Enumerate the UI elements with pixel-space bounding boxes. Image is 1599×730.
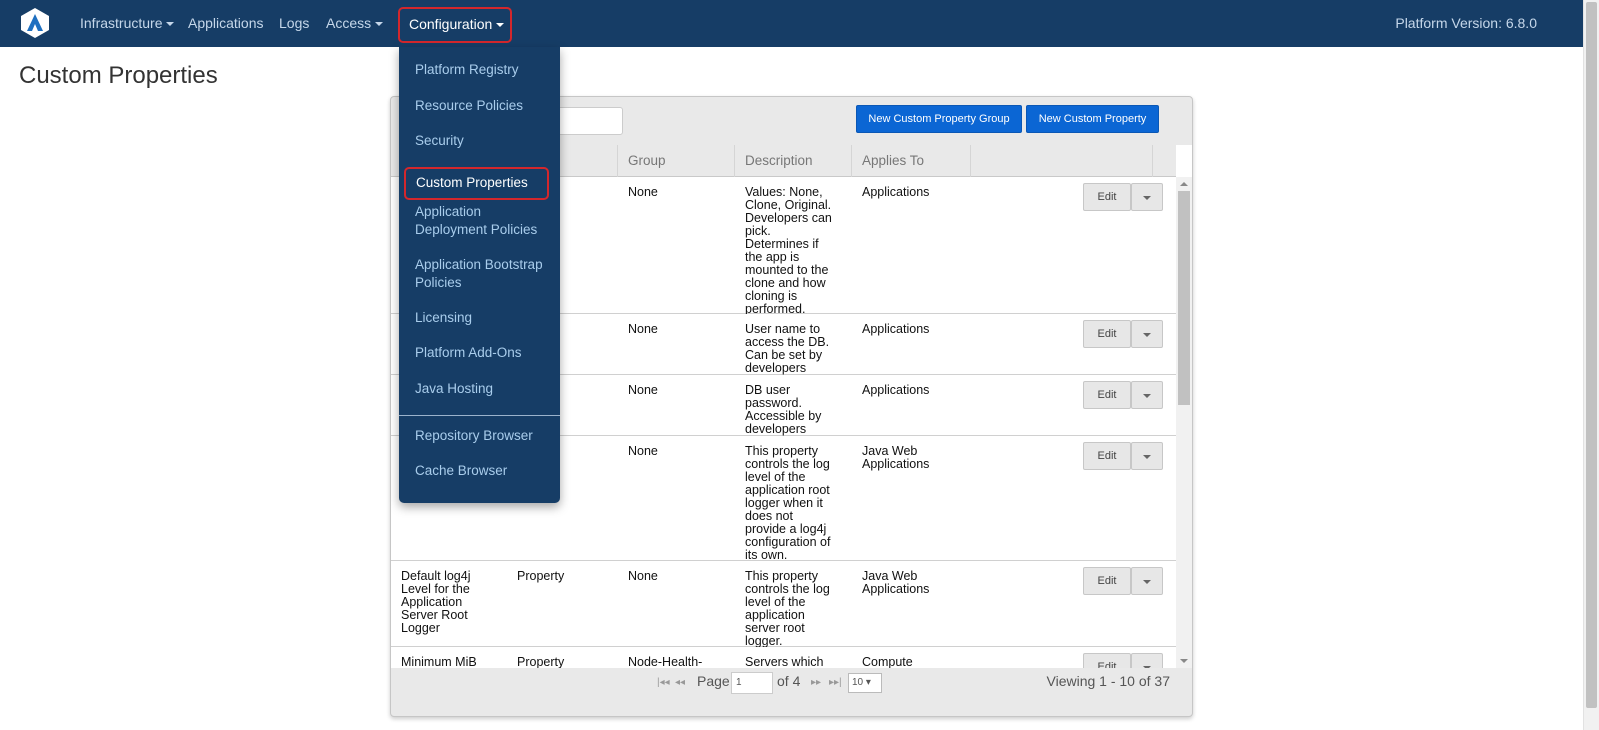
edit-button[interactable]: Edit	[1083, 442, 1131, 470]
nav-access[interactable]: Access	[326, 0, 384, 47]
row-description: User name to access the DB. Can be set b…	[745, 322, 830, 375]
menu-item-cache-browser[interactable]: Cache Browser	[415, 462, 507, 480]
platform-logo-icon[interactable]	[18, 6, 52, 40]
configuration-dropdown-menu: Platform Registry Resource Policies Secu…	[399, 47, 560, 503]
nav-logs-label: Logs	[279, 15, 310, 31]
nav-infrastructure[interactable]: Infrastructure	[80, 0, 175, 47]
nav-configuration[interactable]: Configuration	[398, 7, 512, 43]
page-number-input[interactable]: 1	[731, 672, 773, 694]
edit-button[interactable]: Edit	[1083, 653, 1131, 668]
row-type: Property	[517, 569, 565, 583]
row-group: None	[628, 322, 658, 336]
page-count: of 4	[777, 673, 801, 689]
table-scrollbar[interactable]	[1176, 177, 1192, 668]
edit-button[interactable]: Edit	[1083, 320, 1131, 348]
prev-page-icon[interactable]: ◂◂	[675, 677, 685, 688]
row-actions-dropdown[interactable]	[1131, 381, 1163, 409]
row-applies-to: Applications	[862, 322, 930, 336]
nav-infrastructure-label: Infrastructure	[80, 15, 163, 31]
menu-divider	[399, 415, 560, 416]
last-page-icon[interactable]: ▸▸|	[829, 677, 842, 688]
caret-down-icon	[496, 23, 505, 28]
page-size-select[interactable]: 10 ▾	[848, 673, 882, 693]
page-title: Custom Properties	[19, 62, 218, 89]
table-row[interactable]: Default log4j Level for the Application …	[391, 561, 1176, 648]
menu-item-application-bootstrap-policies[interactable]: Application Bootstrap Policies	[415, 256, 555, 292]
edit-button[interactable]: Edit	[1083, 381, 1131, 409]
page-scrollbar[interactable]	[1583, 0, 1599, 730]
header-applies-to[interactable]: Applies To	[852, 145, 971, 177]
scroll-up-icon[interactable]	[1180, 182, 1188, 186]
row-applies-to: Java Web Applications	[862, 569, 930, 596]
new-custom-property-group-button[interactable]: New Custom Property Group	[856, 105, 1022, 133]
row-actions-dropdown[interactable]	[1131, 183, 1163, 211]
row-name: Default log4j Level for the Application …	[401, 569, 471, 635]
menu-item-application-deployment-policies[interactable]: Application Deployment Policies	[415, 203, 555, 239]
menu-item-resource-policies[interactable]: Resource Policies	[415, 97, 523, 115]
menu-item-platform-add-ons[interactable]: Platform Add-Ons	[415, 344, 522, 362]
row-applies-to: Java Web Applications	[862, 444, 930, 471]
header-description[interactable]: Description	[735, 145, 852, 177]
menu-item-licensing[interactable]: Licensing	[415, 309, 472, 327]
row-description: DB user password. Accessible by develope…	[745, 383, 822, 436]
row-name: Minimum MiB	[401, 655, 477, 669]
row-group: None	[628, 383, 658, 397]
next-page-icon[interactable]: ▸▸	[811, 677, 821, 688]
new-custom-property-button[interactable]: New Custom Property	[1026, 105, 1159, 133]
menu-item-java-hosting[interactable]: Java Hosting	[415, 380, 493, 398]
pager: |◂◂ ◂◂ Page 1 of 4 ▸▸ ▸▸| 10 ▾ Viewing 1…	[391, 668, 1192, 698]
menu-item-platform-registry[interactable]: Platform Registry	[415, 61, 519, 79]
page-scrollbar-thumb[interactable]	[1586, 2, 1597, 708]
row-description: Values: None, Clone, Original. Developer…	[745, 185, 832, 316]
platform-version: Platform Version: 6.8.0	[1395, 15, 1537, 31]
table-scrollbar-thumb[interactable]	[1178, 191, 1190, 405]
row-group: None	[628, 185, 658, 199]
header-group[interactable]: Group	[618, 145, 735, 177]
table-row[interactable]: Minimum MiB Property Node-Health- Server…	[391, 647, 1176, 668]
page-size-value: 10	[852, 677, 864, 688]
caret-down-icon	[375, 22, 384, 27]
row-type: Property	[517, 655, 565, 669]
row-group: Node-Health-	[628, 655, 703, 669]
menu-item-security[interactable]: Security	[415, 132, 464, 150]
nav-configuration-label: Configuration	[409, 16, 493, 32]
nav-applications-label: Applications	[188, 15, 264, 31]
row-description: Servers which	[745, 655, 824, 669]
row-description: This property controls the log level of …	[745, 569, 830, 648]
page-label: Page	[697, 673, 730, 689]
row-applies-to: Applications	[862, 185, 930, 199]
row-applies-to: Compute	[862, 655, 913, 669]
caret-down-icon	[166, 22, 175, 27]
edit-button[interactable]: Edit	[1083, 183, 1131, 211]
header-actions	[971, 145, 1153, 177]
nav-logs[interactable]: Logs	[279, 0, 309, 47]
edit-button[interactable]: Edit	[1083, 567, 1131, 595]
first-page-icon[interactable]: |◂◂	[657, 677, 670, 688]
menu-item-custom-properties[interactable]: Custom Properties	[404, 167, 549, 200]
row-actions-dropdown[interactable]	[1131, 567, 1163, 595]
menu-item-repository-browser[interactable]: Repository Browser	[415, 427, 533, 445]
row-actions-dropdown[interactable]	[1131, 320, 1163, 348]
scroll-down-icon[interactable]	[1180, 659, 1188, 663]
row-actions-dropdown[interactable]	[1131, 442, 1163, 470]
nav-access-label: Access	[326, 15, 372, 31]
row-actions-dropdown[interactable]	[1131, 653, 1163, 668]
row-description: This property controls the log level of …	[745, 444, 831, 562]
viewing-count: Viewing 1 - 10 of 37	[1046, 673, 1171, 689]
row-applies-to: Applications	[862, 383, 930, 397]
row-group: None	[628, 569, 658, 583]
nav-applications[interactable]: Applications	[188, 0, 264, 47]
row-group: None	[628, 444, 658, 458]
top-navbar: Infrastructure Applications Logs Access …	[0, 0, 1583, 47]
